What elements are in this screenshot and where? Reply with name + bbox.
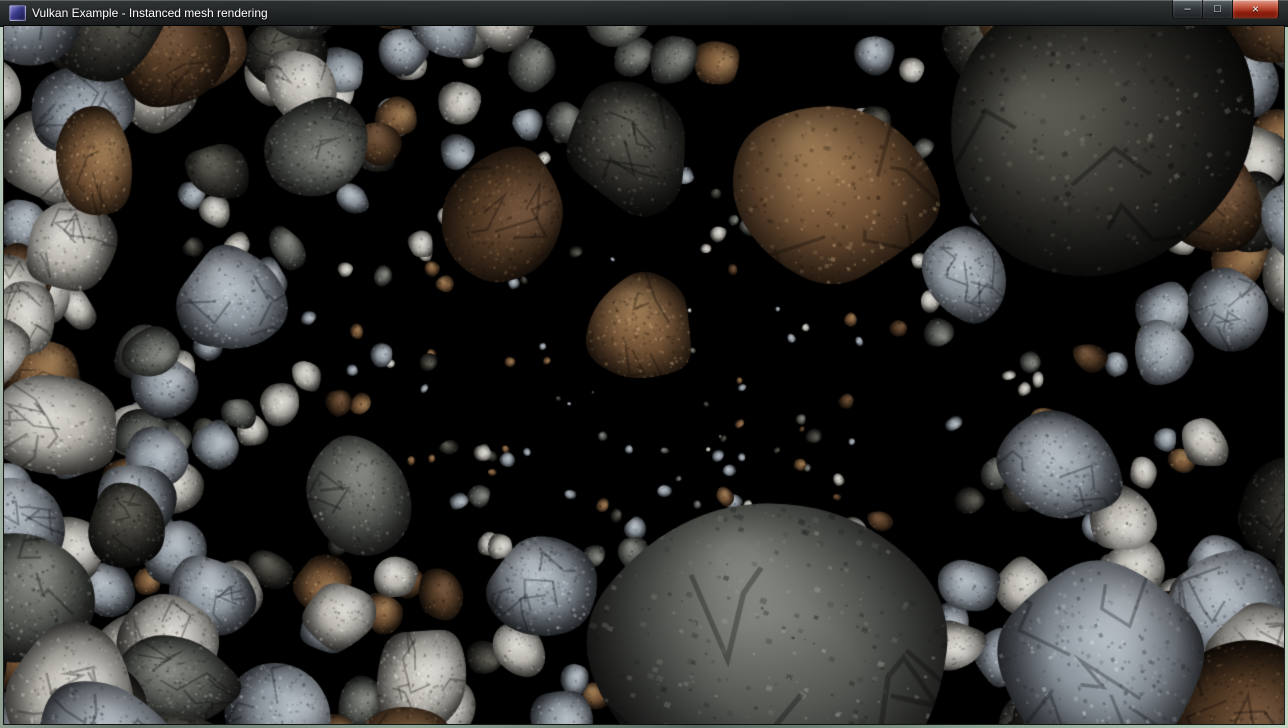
window-title: Vulkan Example - Instanced mesh renderin… — [32, 0, 268, 26]
maximize-button[interactable]: □ — [1202, 0, 1233, 19]
window-controls: – □ × — [1172, 0, 1279, 19]
app-window: Vulkan Example - Instanced mesh renderin… — [0, 0, 1288, 728]
title-bar[interactable]: Vulkan Example - Instanced mesh renderin… — [0, 0, 1288, 27]
close-button[interactable]: × — [1233, 0, 1279, 19]
minimize-button[interactable]: – — [1172, 0, 1202, 19]
app-icon — [9, 5, 26, 21]
viewport-canvas[interactable] — [4, 26, 1284, 724]
